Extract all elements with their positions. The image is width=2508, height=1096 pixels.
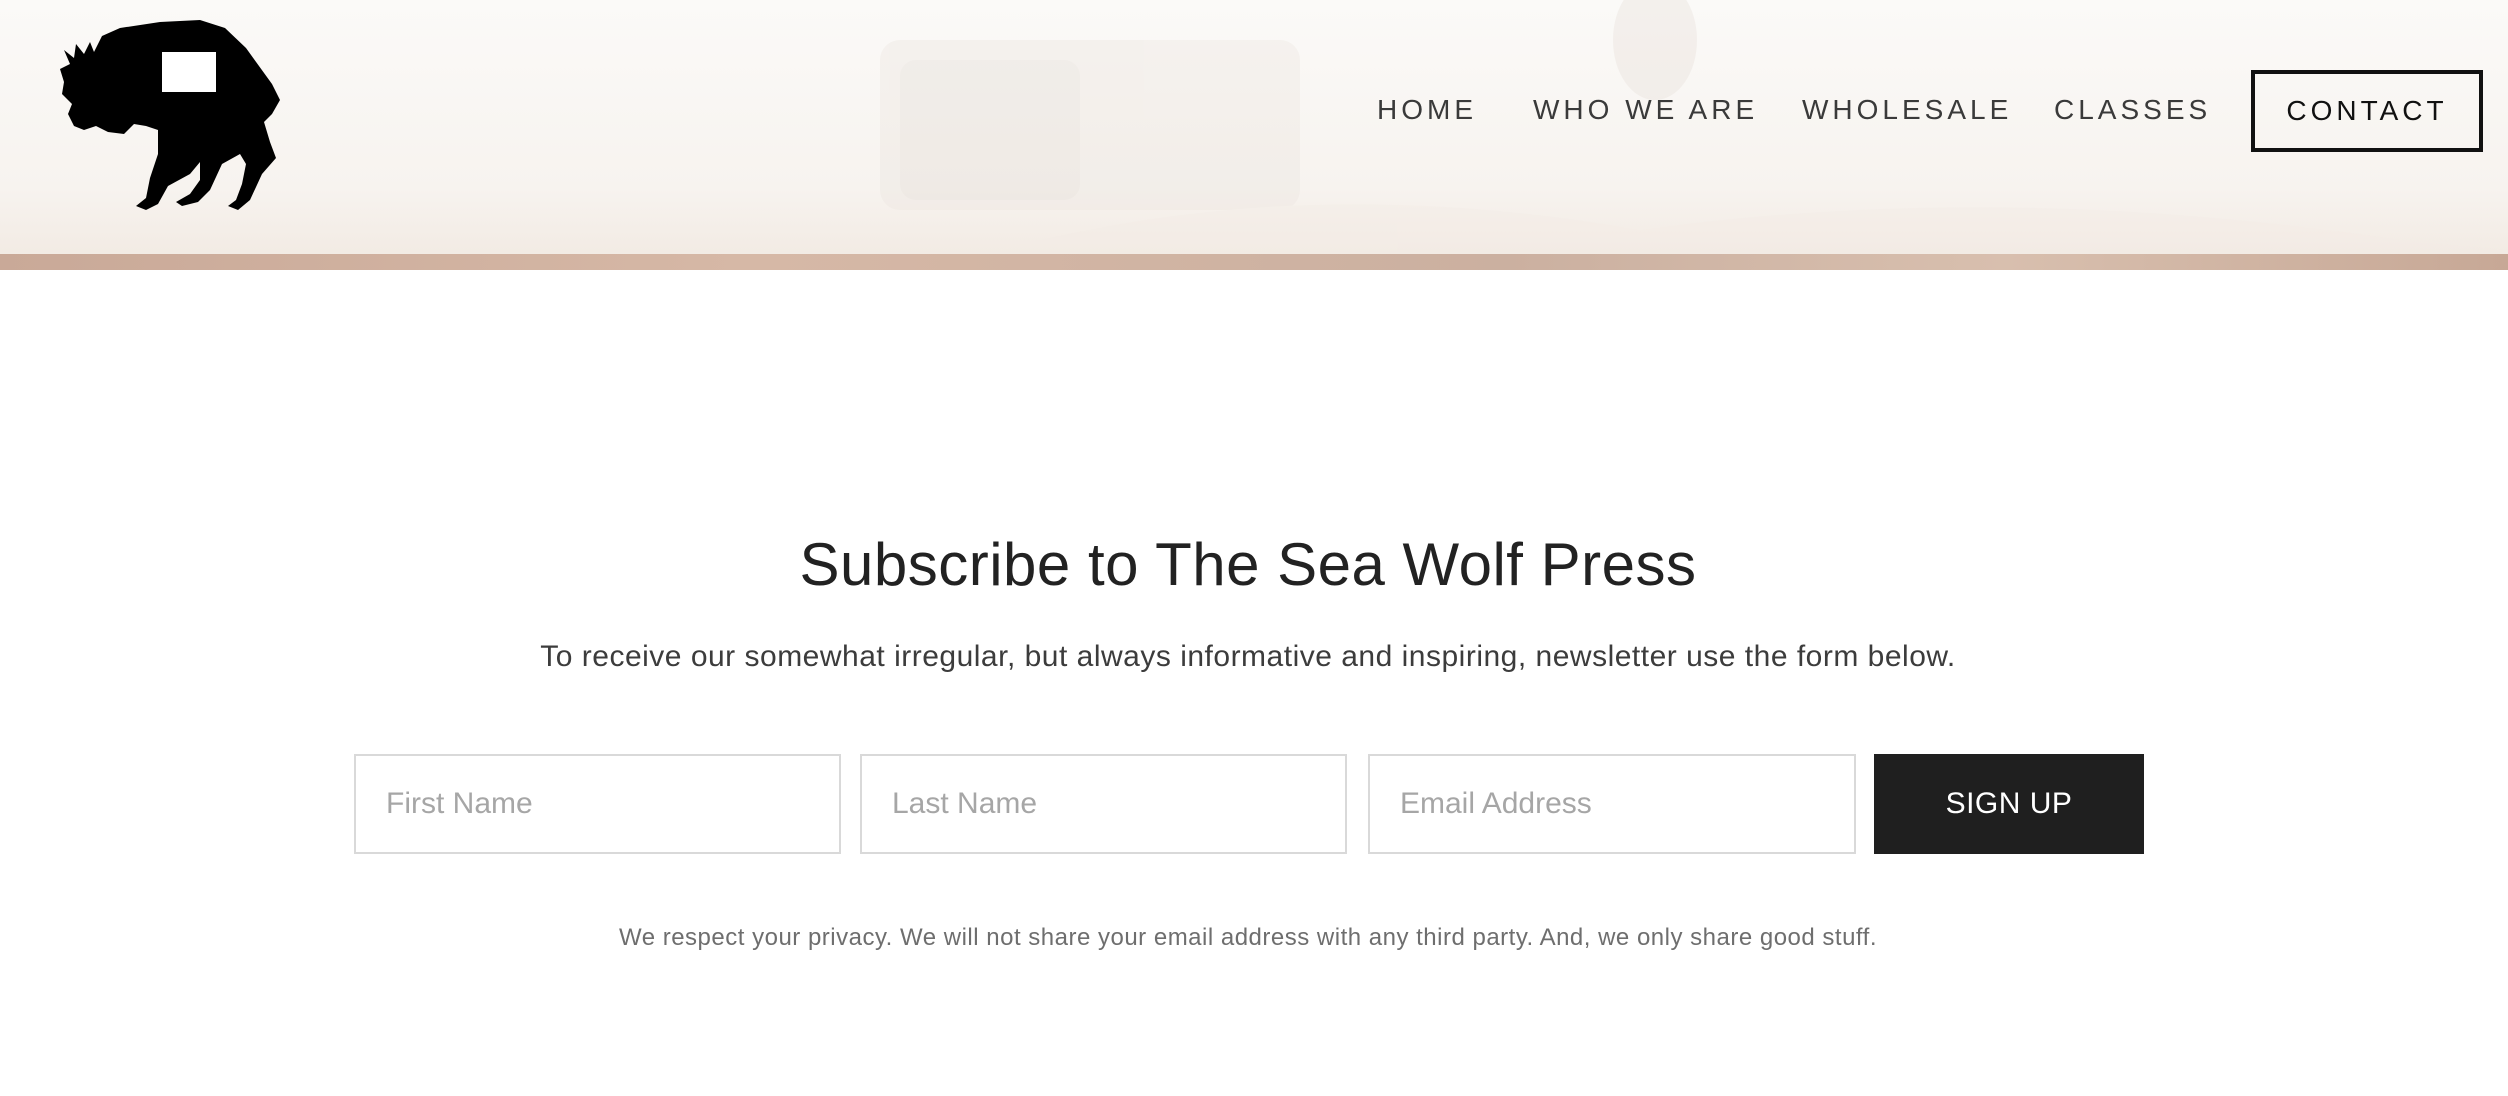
subscribe-title: Subscribe to The Sea Wolf Press [799,531,1697,598]
header-bottom-strip [0,254,2508,270]
nav-who-we-are[interactable]: WHO WE ARE [1533,94,1758,126]
sign-up-button[interactable]: SIGN UP [1874,754,2144,854]
nav-home[interactable]: HOME [1377,94,1477,126]
site-header: HOME WHO WE ARE WHOLESALE CLASSES CONTAC… [0,0,2508,270]
email-input[interactable] [1368,754,1856,854]
first-name-input[interactable] [354,754,841,854]
nav-wholesale[interactable]: WHOLESALE [1802,94,2012,126]
subscribe-description: To receive our somewhat irregular, but a… [540,640,1956,673]
nav-classes[interactable]: CLASSES [2054,94,2211,126]
main-nav: HOME WHO WE ARE WHOLESALE CLASSES CONTAC… [0,70,2508,156]
last-name-input[interactable] [860,754,1347,854]
privacy-note: We respect your privacy. We will not sha… [618,924,1877,951]
contact-button[interactable]: CONTACT [2251,70,2483,152]
